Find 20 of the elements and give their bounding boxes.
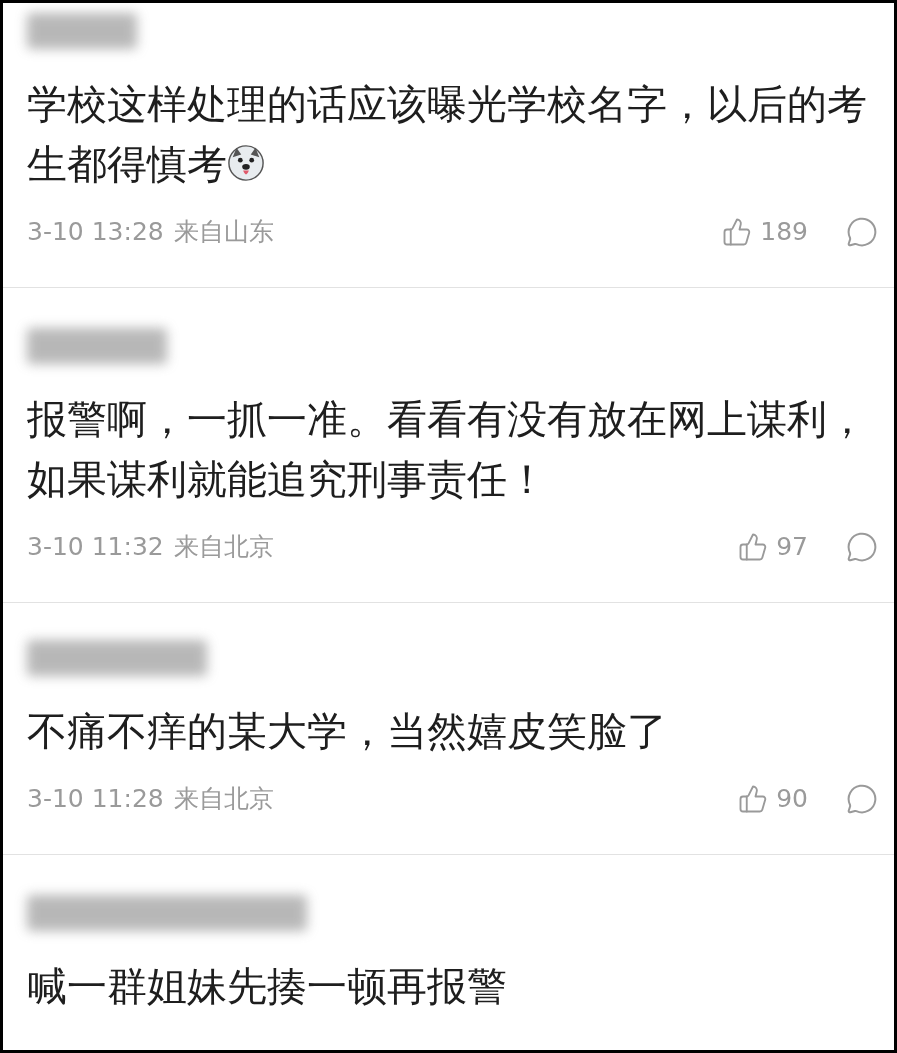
comment-location: 来自山东 — [173, 216, 274, 249]
comment-time: 3-10 11:28 — [27, 783, 164, 816]
comment-location: 来自北京 — [173, 783, 274, 816]
like-button[interactable]: 90 — [738, 780, 808, 818]
comment-text: 学校这样处理的话应该曝光学校名字，以后的考生都得慎考 — [27, 80, 868, 189]
comment-location: 来自北京 — [173, 531, 274, 564]
like-button[interactable]: 97 — [738, 528, 808, 566]
comment-icon[interactable] — [846, 783, 878, 815]
comment-time: 3-10 13:28 — [27, 216, 164, 249]
comment-time: 3-10 11:32 — [27, 531, 164, 564]
dog-emoji-icon — [227, 144, 265, 182]
like-button[interactable]: 189 — [722, 213, 808, 251]
comment-text: 报警啊，一抓一准。看看有没有放在网上谋利，如果谋利就能追究刑事责任！ — [27, 395, 868, 504]
comment-icon[interactable] — [846, 531, 878, 563]
thumbs-up-icon — [738, 532, 769, 562]
thumbs-up-icon — [738, 784, 769, 814]
thumbs-up-icon — [722, 217, 753, 247]
comment-text: 不痛不痒的某大学，当然嬉皮笑脸了 — [27, 707, 668, 756]
comment-text: 喊一群姐妹先揍一顿再报警 — [27, 962, 508, 1011]
comment-icon[interactable] — [846, 216, 878, 248]
